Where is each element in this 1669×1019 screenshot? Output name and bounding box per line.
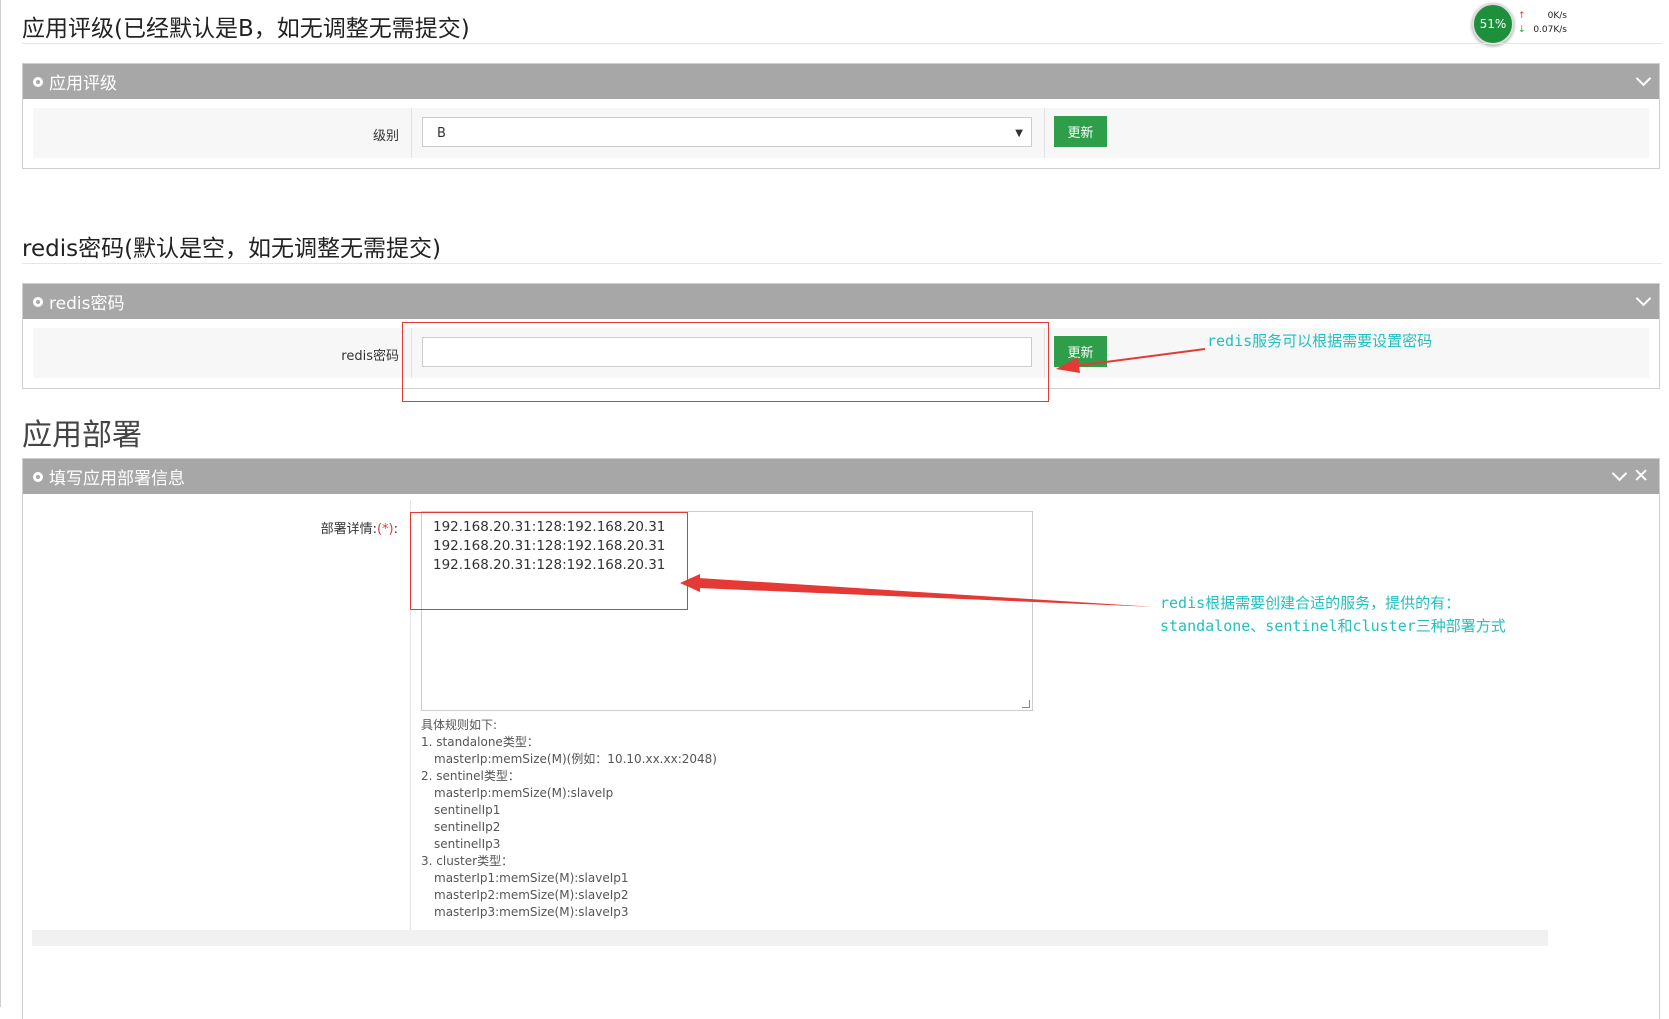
password-arrow-shaft (1074, 348, 1206, 367)
password-arrowhead-icon (1056, 357, 1080, 373)
deploy-arrowhead-icon (680, 574, 700, 592)
annotation-arrows (680, 348, 1206, 607)
deploy-arrow-shaft (698, 578, 1155, 607)
